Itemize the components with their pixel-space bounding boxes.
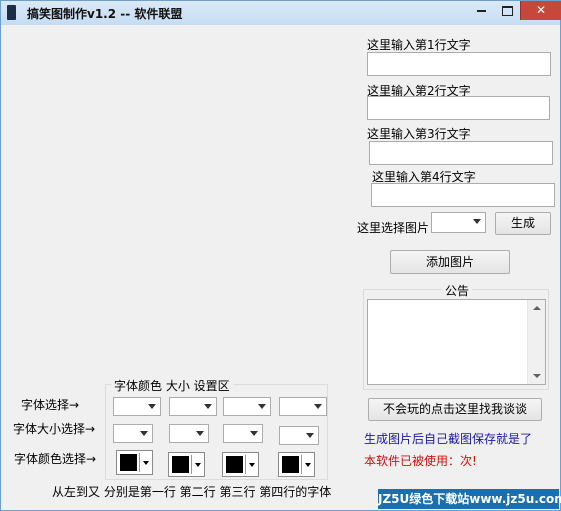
line4-input[interactable] <box>371 183 555 207</box>
font-select-line2[interactable] <box>169 397 217 416</box>
chevron-down-icon <box>249 463 255 467</box>
chevron-down-icon <box>140 431 148 436</box>
size-select-line4[interactable] <box>279 426 319 445</box>
chevron-down-icon <box>473 219 481 224</box>
size-select-line1[interactable] <box>113 424 153 443</box>
font-select-line3[interactable] <box>223 397 271 416</box>
generate-button[interactable]: 生成 <box>495 212 551 235</box>
window-title: 搞笑图制作v1.2 -- 软件联盟 <box>27 7 183 21</box>
font-order-note: 从左到又 分别是第一行 第二行 第三行 第四行的字体 <box>52 485 332 499</box>
app-icon <box>7 5 16 20</box>
chevron-down-icon <box>258 404 266 409</box>
minimize-icon <box>476 9 486 12</box>
size-select-line2[interactable] <box>169 424 209 443</box>
chevron-down-icon <box>148 404 156 409</box>
screenshot-tip: 生成图片后自己截图保存就是了 <box>364 432 533 446</box>
line3-label: 这里输入第3行文字 <box>367 127 471 141</box>
line1-label: 这里输入第1行文字 <box>367 38 471 52</box>
maximize-button[interactable] <box>494 1 520 20</box>
app-window: 搞笑图制作v1.2 -- 软件联盟 ✕ 这里输入第1行文字 这里输入第2行文字 … <box>0 0 561 511</box>
color-swatch <box>172 456 189 473</box>
site-watermark: JZ5U绿色下载站www.jz5u.com <box>378 489 561 509</box>
image-select-label: 这里选择图片 <box>357 221 430 235</box>
chevron-down-icon <box>305 463 311 467</box>
chevron-down-icon <box>306 433 314 438</box>
font-select-label: 字体选择→ <box>21 398 80 412</box>
image-select-dropdown[interactable] <box>431 212 486 233</box>
color-picker-line2[interactable] <box>168 452 205 477</box>
maximize-icon <box>501 5 513 16</box>
line2-input[interactable] <box>367 96 550 120</box>
divider <box>139 453 140 472</box>
font-color-label: 字体颜色选择→ <box>14 452 97 466</box>
color-swatch <box>282 456 299 473</box>
chevron-down-icon <box>314 404 322 409</box>
font-settings-title: 字体颜色 大小 设置区 <box>111 377 233 394</box>
usage-tip: 本软件已被使用：次! <box>364 454 477 468</box>
font-size-label: 字体大小选择→ <box>13 422 96 436</box>
chevron-down-icon <box>143 461 149 465</box>
color-picker-line1[interactable] <box>116 450 153 475</box>
color-swatch <box>226 456 243 473</box>
size-select-line3[interactable] <box>223 424 263 443</box>
chevron-down-icon <box>195 463 201 467</box>
chevron-down-icon <box>204 404 212 409</box>
color-swatch <box>120 454 137 471</box>
font-select-line1[interactable] <box>113 397 161 416</box>
minimize-button[interactable] <box>468 1 494 20</box>
chevron-down-icon <box>250 431 258 436</box>
contact-button[interactable]: 不会玩的点击这里找我谈谈 <box>368 398 542 421</box>
close-button[interactable]: ✕ <box>520 1 561 20</box>
line1-input[interactable] <box>367 52 551 76</box>
scroll-down-icon <box>533 374 541 378</box>
add-image-button[interactable]: 添加图片 <box>390 250 510 274</box>
image-preview-area <box>8 31 358 381</box>
chevron-down-icon <box>196 431 204 436</box>
divider <box>191 455 192 474</box>
divider <box>245 455 246 474</box>
line3-input[interactable] <box>369 141 553 165</box>
notice-title: 公告 <box>442 282 473 299</box>
notice-scrollbar[interactable] <box>527 300 545 384</box>
color-picker-line4[interactable] <box>278 452 315 477</box>
title-bar: 搞笑图制作v1.2 -- 软件联盟 ✕ <box>1 1 561 25</box>
scroll-up-icon <box>533 306 541 310</box>
color-picker-line3[interactable] <box>222 452 259 477</box>
notice-textarea[interactable] <box>367 299 546 385</box>
divider <box>301 455 302 474</box>
font-select-line4[interactable] <box>279 397 327 416</box>
